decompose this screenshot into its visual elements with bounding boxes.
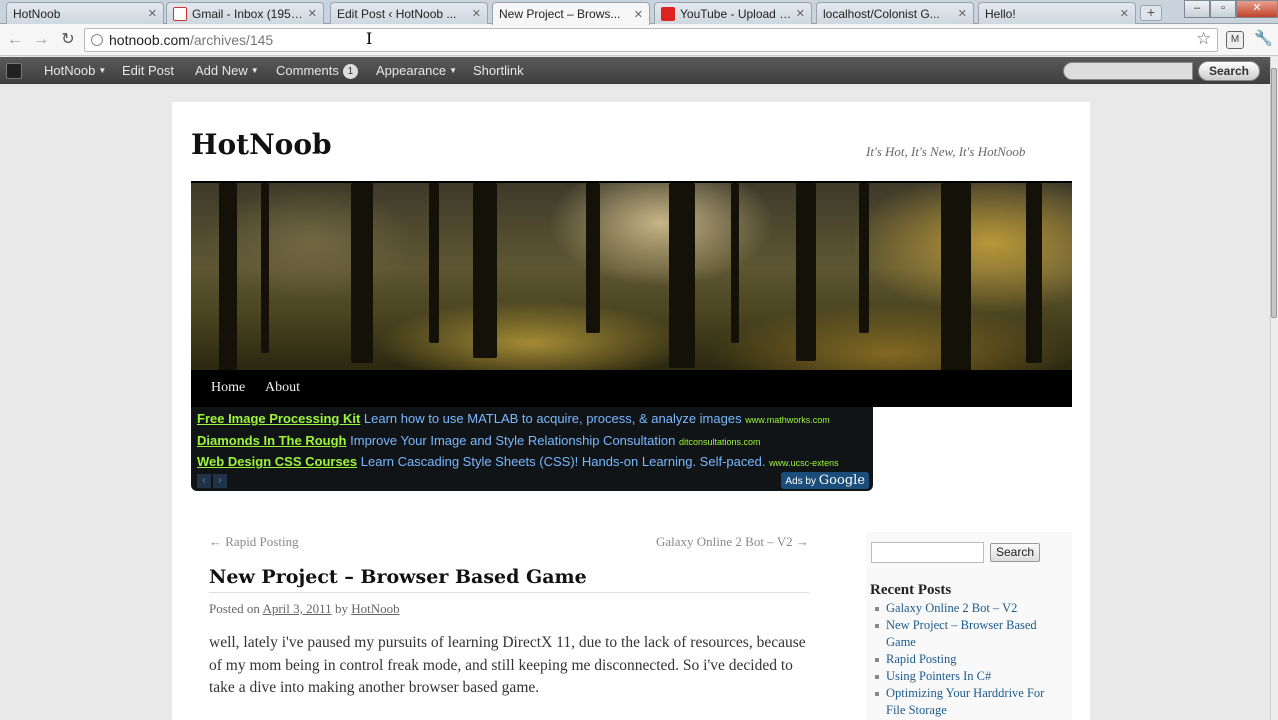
tab-1[interactable]: HotNoob ✕ <box>6 2 164 24</box>
tab-title: YouTube - Upload y... <box>680 6 792 21</box>
adminbar-search-input[interactable] <box>1063 62 1193 80</box>
tab-title: Hello! <box>985 6 1016 21</box>
post-meta: Posted on April 3, 2011 by HotNoob <box>209 601 400 616</box>
google-ads-block: Free Image Processing Kit Learn how to u… <box>191 407 873 491</box>
tab-6[interactable]: localhost/Colonist G... ✕ <box>816 2 974 24</box>
tab-title: HotNoob <box>13 6 61 21</box>
tab-title: Edit Post ‹ HotNoob ... <box>337 6 457 21</box>
list-item: New Project – Browser Based Game <box>875 617 1066 651</box>
ad-next-icon[interactable]: › <box>213 474 227 488</box>
tab-3[interactable]: Edit Post ‹ HotNoob ... ✕ <box>330 2 488 24</box>
new-tab-button[interactable]: + <box>1140 5 1162 21</box>
url-host: hotnoob.com <box>109 32 190 48</box>
browser-toolbar: ← → ↻ hotnoob.com/archives/145 <box>0 24 1278 56</box>
list-item: Galaxy Online 2 Bot – V2 <box>875 600 1066 617</box>
ads-by-google-badge[interactable]: Ads by Google <box>781 472 869 489</box>
tab-title: localhost/Colonist G... <box>823 6 940 21</box>
tab-strip: HotNoob✕Gmail - Inbox (19531)...✕Edit Po… <box>0 0 1278 25</box>
ad-row[interactable]: Web Design CSS Courses Learn Cascading S… <box>197 454 839 469</box>
tab-2[interactable]: Gmail - Inbox (19531)... ✕ <box>166 2 324 24</box>
tab-close-icon[interactable]: ✕ <box>958 7 967 20</box>
ad-row[interactable]: Free Image Processing Kit Learn how to u… <box>197 411 830 426</box>
adminbar-search-button[interactable]: Search <box>1198 61 1260 81</box>
next-post-link[interactable]: Galaxy Online 2 Bot – V2 → <box>656 534 809 550</box>
extension-icon[interactable]: M <box>1226 31 1244 49</box>
wordpress-logo-icon[interactable] <box>6 63 22 79</box>
youtube-icon <box>661 6 675 21</box>
sidebar-search-input[interactable] <box>871 542 984 563</box>
window-controls: – ▫ ✕ <box>1184 0 1278 18</box>
adminbar-appearance[interactable]: Appearance ▼ <box>366 57 467 84</box>
tab-close-icon[interactable]: ✕ <box>148 7 157 20</box>
site-tagline: It's Hot, It's New, It's HotNoob <box>866 144 1026 159</box>
tab-close-icon[interactable]: ✕ <box>1120 7 1129 20</box>
url-path: /archives/145 <box>189 32 274 48</box>
tab-title: New Project – Brows... <box>499 7 621 21</box>
adminbar-comments[interactable]: Comments 1 <box>266 57 368 84</box>
prev-post-link[interactable]: ← Rapid Posting <box>209 534 299 550</box>
comments-count-badge: 1 <box>342 64 358 79</box>
gmail-icon <box>173 6 187 21</box>
tab-4[interactable]: New Project – Brows... ✕ <box>492 2 650 25</box>
tab-5[interactable]: YouTube - Upload y... ✕ <box>654 2 812 24</box>
nav-home[interactable]: Home <box>211 380 245 396</box>
header-banner-image <box>191 181 1072 371</box>
list-item: Using Pointers In C# <box>875 668 1066 685</box>
globe-icon <box>91 34 103 46</box>
site-nav: Home About <box>191 370 1072 407</box>
sidebar-search-button[interactable]: Search <box>990 543 1040 562</box>
post-author-link[interactable]: HotNoob <box>351 601 399 616</box>
list-item: Rapid Posting <box>875 651 1066 668</box>
bookmark-star-icon[interactable]: ☆ <box>1196 29 1211 49</box>
tab-close-icon[interactable]: ✕ <box>308 7 317 20</box>
list-item: Optimizing Your Harddrive For File Stora… <box>875 685 1066 719</box>
post-date-link[interactable]: April 3, 2011 <box>262 601 331 616</box>
address-bar[interactable]: hotnoob.com/archives/145 <box>84 28 1218 52</box>
maximize-button[interactable]: ▫ <box>1210 0 1236 18</box>
nav-about[interactable]: About <box>265 380 300 396</box>
tab-close-icon[interactable]: ✕ <box>634 8 643 21</box>
minimize-button[interactable]: – <box>1184 0 1210 18</box>
wp-admin-bar: HotNoob ▼ Edit Post Add New ▼ Comments 1 Ap… <box>0 57 1270 84</box>
tab-title: Gmail - Inbox (19531)... <box>192 6 304 21</box>
adminbar-site[interactable]: HotNoob ▼ <box>34 57 116 84</box>
tab-7[interactable]: Hello! ✕ <box>978 2 1136 24</box>
post-body: well, lately i've paused my pursuits of … <box>209 634 806 696</box>
adminbar-edit-post[interactable]: Edit Post <box>112 57 184 84</box>
ad-prev-icon[interactable]: ‹ <box>197 474 211 488</box>
post-title[interactable]: New Project – Browser Based Game <box>209 566 809 593</box>
adminbar-add-new[interactable]: Add New ▼ <box>185 57 269 84</box>
back-icon[interactable]: ← <box>5 30 25 50</box>
site-title[interactable]: HotNoob <box>191 128 332 161</box>
ad-row[interactable]: Diamonds In The Rough Improve Your Image… <box>197 433 761 448</box>
recent-posts-heading: Recent Posts <box>870 582 952 598</box>
adminbar-shortlink[interactable]: Shortlink <box>463 57 534 84</box>
close-window-button[interactable]: ✕ <box>1236 0 1278 18</box>
recent-posts-list: Galaxy Online 2 Bot – V2 New Project – B… <box>875 600 1066 719</box>
scrollbar-thumb[interactable] <box>1271 68 1277 318</box>
reload-icon[interactable]: ↻ <box>58 30 78 50</box>
text-cursor-icon: I <box>366 29 373 48</box>
tab-close-icon[interactable]: ✕ <box>472 7 481 20</box>
tab-close-icon[interactable]: ✕ <box>796 7 805 20</box>
wrench-icon[interactable]: 🔧 <box>1254 31 1273 49</box>
forward-icon[interactable]: → <box>31 30 51 50</box>
